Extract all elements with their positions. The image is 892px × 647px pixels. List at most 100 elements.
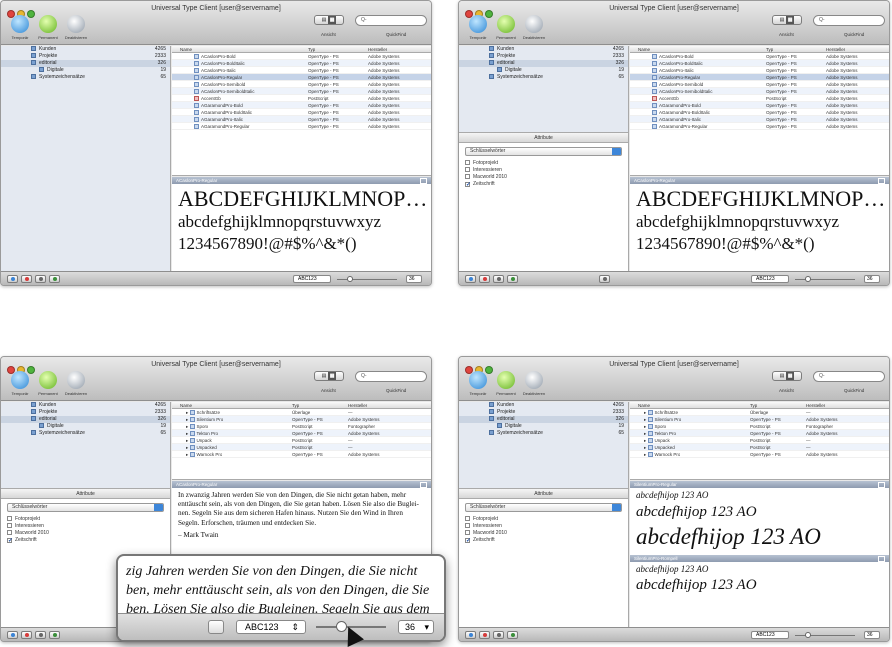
table-row[interactable]: ACaslonPro-Semibold OpenType - PS Adobe Sy… [630, 81, 889, 88]
deactivate-button[interactable]: Deaktivieren [523, 371, 545, 396]
sidebar-item-system[interactable]: Systemzeichensätze 65 [459, 74, 628, 81]
keyword-select[interactable]: Schlüsselwörter [465, 503, 622, 512]
checkbox-checked[interactable]: ✓ [7, 538, 13, 544]
size-field[interactable]: 36 [406, 275, 422, 283]
settings-button[interactable] [493, 275, 504, 283]
sidebar-item-kunden[interactable]: Kunden 4265 [459, 402, 628, 409]
col-name[interactable]: Name [180, 46, 192, 53]
keyword-fotoprojekt[interactable]: Fotoprojekt [459, 516, 628, 523]
keyword-macworld[interactable]: Macworld 2010 [1, 530, 170, 537]
table-row[interactable]: AGaramondPro-Regular OpenType - PS Adobe S… [172, 123, 431, 130]
checkbox[interactable] [465, 167, 470, 172]
keyword-fotoprojekt[interactable]: Fotoprojekt [459, 160, 628, 167]
sidebar-item-system[interactable]: Systemzeichensätze 65 [459, 430, 628, 437]
table-row[interactable]: ACaslonPro-Italic OpenType - PS Adobe Syst… [172, 67, 431, 74]
sidebar-item-projekte[interactable]: Projekte 2333 [459, 53, 628, 60]
sidebar-item-kunden[interactable]: Kunden 4265 [1, 402, 170, 409]
checkbox[interactable] [7, 523, 12, 528]
table-row[interactable]: ▸ Unpacked PostScript — [630, 444, 889, 451]
table-row[interactable]: AGaramondPro-Regular OpenType - PS Adobe S… [630, 123, 889, 130]
table-row[interactable]: AGaramondPro-BoldItalic OpenType - PS Adob… [172, 109, 431, 116]
col-name[interactable]: Name [638, 402, 650, 409]
quickfind-input[interactable]: Q- [355, 15, 427, 26]
col-manufacturer[interactable]: Hersteller [826, 46, 845, 53]
sample-mode-select[interactable]: ABC123 [751, 275, 789, 283]
sidebar-item-editorial[interactable]: editorial 326 [459, 60, 628, 67]
table-row[interactable]: AGaramondPro-Italic OpenType - PS Adobe Sy… [172, 116, 431, 123]
keyword-zeitschrift[interactable]: ✓ Zeitschrift [459, 537, 628, 544]
table-row[interactable]: ▸ Silentium Pro OpenType - PS Adobe System… [172, 416, 431, 423]
col-type[interactable]: Typ [292, 402, 299, 409]
table-row[interactable]: ▸ Unpack PostScript — [172, 437, 431, 444]
sidebar-item-digitale[interactable]: Digitale 19 [1, 423, 170, 430]
size-field[interactable]: 36 [864, 275, 880, 283]
remove-button[interactable] [479, 631, 490, 639]
temporary-button[interactable]: Temporär [9, 371, 31, 396]
table-row[interactable]: AGaramondPro-Italic OpenType - PS Adobe Sy… [630, 116, 889, 123]
keyword-select[interactable]: Schlüsselwörter [465, 147, 622, 156]
remove-button[interactable] [21, 275, 32, 283]
settings-button[interactable] [35, 631, 46, 639]
sidebar-item-editorial[interactable]: editorial 326 [459, 416, 628, 423]
attribute-add-button[interactable] [599, 275, 610, 283]
add-button[interactable] [465, 631, 476, 639]
permanent-button[interactable]: Permanent [37, 15, 59, 40]
table-row[interactable]: ▸ Unpack PostScript — [630, 437, 889, 444]
size-field[interactable]: 36 [864, 631, 880, 639]
checkbox[interactable] [7, 530, 12, 535]
temporary-button[interactable]: Temporär [467, 371, 489, 396]
table-row-selected[interactable]: ACaslonPro-Regular OpenType - PS Adobe Sys… [172, 74, 431, 81]
keyword-select[interactable]: Schlüsselwörter [7, 503, 164, 512]
table-row-selected[interactable]: ACaslonPro-Regular OpenType - PS Adobe Sys… [630, 74, 889, 81]
table-row[interactable]: ▸ Warnock Pro OpenType - PS Adobe Systems [630, 451, 889, 458]
sidebar-item-kunden[interactable]: Kunden 4265 [459, 46, 628, 53]
keyword-macworld[interactable]: Macworld 2010 [459, 174, 628, 181]
permanent-button[interactable]: Permanent [495, 371, 517, 396]
col-name[interactable]: Name [638, 46, 650, 53]
table-row[interactable]: ACaslonPro-BoldItalic OpenType - PS Adobe … [630, 60, 889, 67]
col-manufacturer[interactable]: Hersteller [368, 46, 387, 53]
col-name[interactable]: Name [180, 402, 192, 409]
sample-mode-select[interactable]: ABC123 [293, 275, 331, 283]
remove-button[interactable] [21, 631, 32, 639]
keyword-fotoprojekt[interactable]: Fotoprojekt [1, 516, 170, 523]
permanent-button[interactable]: Permanent [495, 15, 517, 40]
sidebar-item-digitale[interactable]: Digitale 19 [459, 67, 628, 74]
sidebar-item-editorial[interactable]: editorial 326 [1, 416, 170, 423]
slider-knob[interactable] [805, 632, 811, 638]
table-row[interactable]: ACaslonPro-Bold OpenType - PS Adobe System… [172, 53, 431, 60]
sync-button[interactable] [507, 631, 518, 639]
deactivate-button[interactable]: Deaktivieren [65, 371, 87, 396]
view-toggle[interactable]: ▤ ▦ [314, 371, 344, 381]
quickfind-input[interactable]: Q- [813, 15, 885, 26]
checkbox[interactable] [465, 174, 470, 179]
deactivate-button[interactable]: Deaktivieren [65, 15, 87, 40]
settings-button[interactable] [35, 275, 46, 283]
checkbox-checked[interactable]: ✓ [465, 538, 471, 544]
view-toggle[interactable]: ▤ ▦ [314, 15, 344, 25]
table-row[interactable]: ACaslonPro-Italic OpenType - PS Adobe Syst… [630, 67, 889, 74]
table-row[interactable]: ACaslonPro-BoldItalic OpenType - PS Adobe … [172, 60, 431, 67]
table-row[interactable]: ACaslonPro-Bold OpenType - PS Adobe System… [630, 53, 889, 60]
table-row[interactable]: AccentGb PostScript Adobe Systems [172, 95, 431, 102]
keyword-interessieren[interactable]: Interessieren [1, 523, 170, 530]
table-row[interactable]: ▸ Tekton Pro OpenType - PS Adobe Systems [630, 430, 889, 437]
table-row[interactable]: AccentGb PostScript Adobe Systems [630, 95, 889, 102]
add-button[interactable] [7, 275, 18, 283]
table-row[interactable]: ACaslonPro-SemiboldItalic OpenType - PS Ad… [630, 88, 889, 95]
table-row[interactable]: ▸ Warnock Pro OpenType - PS Adobe Systems [172, 451, 431, 458]
sidebar-item-digitale[interactable]: Digitale 19 [1, 67, 170, 74]
keyword-interessieren[interactable]: Interessieren [459, 523, 628, 530]
col-type[interactable]: Typ [750, 402, 757, 409]
col-manufacturer[interactable]: Hersteller [348, 402, 367, 409]
sidebar-item-system[interactable]: Systemzeichensätze 65 [1, 74, 170, 81]
size-slider[interactable] [337, 276, 397, 282]
size-slider[interactable] [795, 632, 855, 638]
sidebar-item-projekte[interactable]: Projekte 2333 [459, 409, 628, 416]
sync-button[interactable] [49, 275, 60, 283]
table-row[interactable]: ▸ Silentium Pro OpenType - PS Adobe System… [630, 416, 889, 423]
checkbox[interactable] [465, 523, 470, 528]
sample-mode-select[interactable]: ABC123 ⇕ [236, 620, 306, 634]
table-row[interactable]: ▸ Sporx PostScript Fontographer [630, 423, 889, 430]
sync-button[interactable] [507, 275, 518, 283]
